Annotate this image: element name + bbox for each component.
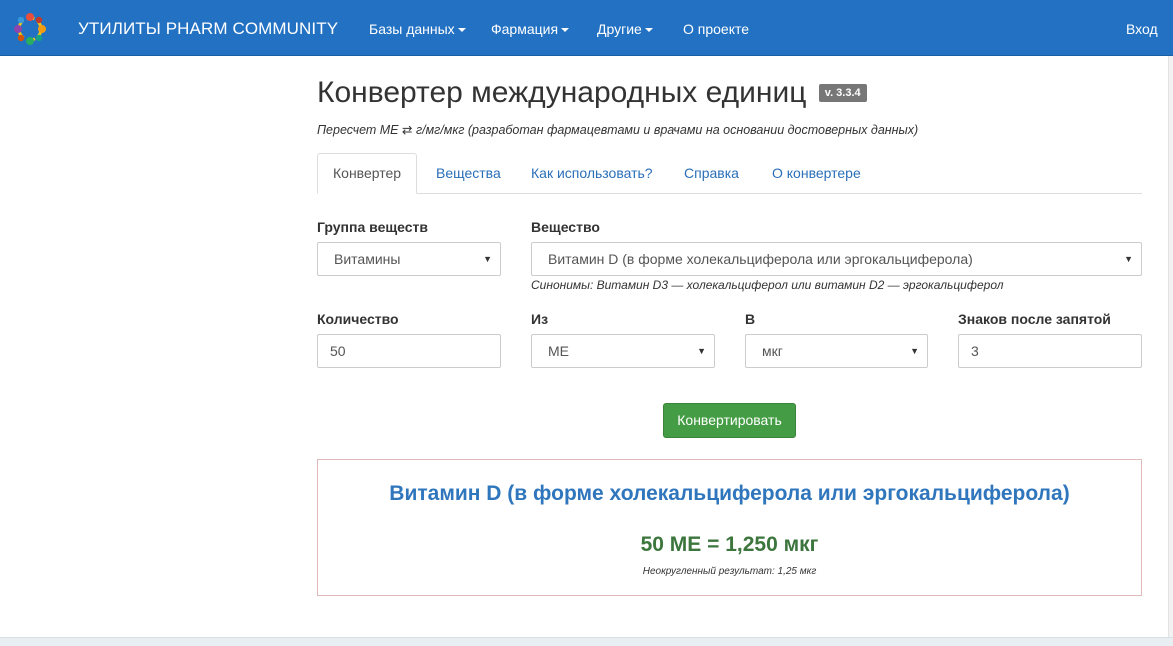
- to-unit-select[interactable]: мкг ▼: [745, 334, 928, 368]
- convert-button[interactable]: Конвертировать: [663, 403, 796, 438]
- nav-item-pharmacy[interactable]: Фармация: [491, 21, 570, 37]
- result-unrounded: Неокругленный результат: 1,25 мкг: [642, 566, 817, 577]
- pharm-community-logo-icon[interactable]: [12, 11, 48, 47]
- nav-item-about[interactable]: О проекте: [683, 21, 749, 37]
- select-arrow-icon: ▼: [483, 254, 492, 264]
- tab-about-converter[interactable]: О конвертере: [772, 153, 861, 194]
- caret-down-icon: [457, 28, 466, 33]
- group-label: Группа веществ: [317, 219, 429, 235]
- quantity-input[interactable]: 50: [317, 334, 501, 368]
- nav-item-label: Другие: [597, 21, 642, 37]
- quantity-input-value: 50: [330, 343, 346, 359]
- tab-substances[interactable]: Вещества: [436, 153, 501, 194]
- to-unit-label: В: [745, 311, 756, 327]
- tab-converter[interactable]: Конвертер: [317, 153, 418, 194]
- nav-item-other[interactable]: Другие: [597, 21, 653, 37]
- top-navbar: УТИЛИТЫ PHARM COMMUNITY Базы данных Фарм…: [0, 0, 1173, 56]
- quantity-label: Количество: [317, 311, 399, 327]
- substance-label: Вещество: [531, 219, 600, 235]
- from-unit-label: Из: [531, 311, 549, 327]
- from-unit-select[interactable]: МЕ ▼: [531, 334, 715, 368]
- brand-title[interactable]: УТИЛИТЫ PHARM COMMUNITY: [78, 19, 338, 39]
- synonyms-hint: Синонимы: Витамин D3 — холекальциферол и…: [531, 278, 1004, 292]
- nav-item-label: Базы данных: [369, 21, 455, 37]
- decimals-input-value: 3: [971, 343, 979, 359]
- group-select-value: Витамины: [334, 251, 401, 267]
- nav-item-label: Фармация: [491, 21, 559, 37]
- substance-select-value: Витамин D (в форме холекальциферола или …: [548, 251, 973, 267]
- login-link[interactable]: Вход: [1126, 21, 1158, 37]
- caret-down-icon: [644, 28, 653, 33]
- window-right-edge: [1168, 56, 1173, 637]
- bottom-strip: [0, 637, 1173, 646]
- group-select[interactable]: Витамины ▼: [317, 242, 501, 276]
- result-substance-title: Витамин D (в форме холекальциферола или …: [389, 482, 1070, 505]
- page-title: Конвертер международных единиц v. 3.3.4: [317, 76, 867, 110]
- from-unit-value: МЕ: [548, 343, 569, 359]
- nav-item-label: О проекте: [683, 21, 750, 37]
- result-panel: Витамин D (в форме холекальциферола или …: [317, 459, 1142, 596]
- select-arrow-icon: ▼: [910, 346, 919, 356]
- page-title-text: Конвертер международных единиц: [317, 76, 807, 109]
- nav-item-databases[interactable]: Базы данных: [369, 21, 466, 37]
- result-value: 50 МЕ = 1,250 мкг: [640, 533, 819, 556]
- select-arrow-icon: ▼: [697, 346, 706, 356]
- tab-help[interactable]: Справка: [684, 153, 739, 194]
- decimals-input[interactable]: 3: [958, 334, 1142, 368]
- substance-select[interactable]: Витамин D (в форме холекальциферола или …: [531, 242, 1142, 276]
- tab-how-to-use[interactable]: Как использовать?: [531, 153, 653, 194]
- select-arrow-icon: ▼: [1124, 254, 1133, 264]
- to-unit-value: мкг: [762, 343, 783, 359]
- caret-down-icon: [561, 28, 570, 33]
- version-badge: v. 3.3.4: [818, 84, 867, 102]
- decimals-label: Знаков после запятой: [958, 311, 1111, 327]
- page-subtitle: Пересчет МЕ ⇄ г/мг/мкг (разработан фарма…: [317, 123, 919, 137]
